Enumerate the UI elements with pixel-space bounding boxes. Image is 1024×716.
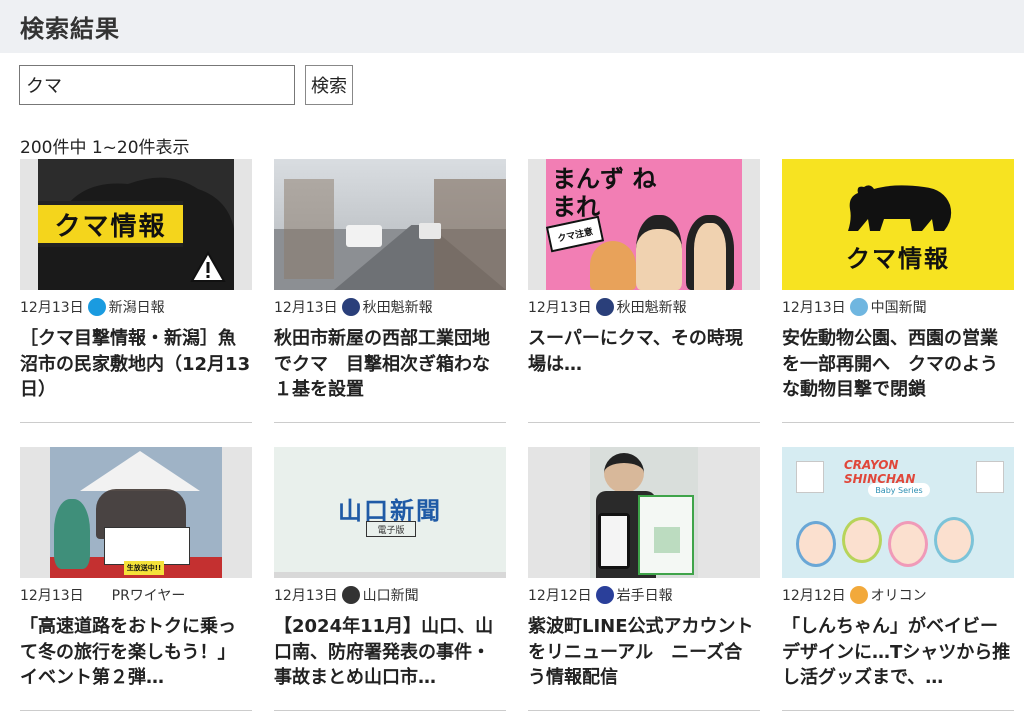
mascot-illustration-icon [54, 499, 90, 569]
article-meta: 12月13日 PRワイヤー [20, 578, 252, 612]
dog-illustration-icon [590, 241, 636, 290]
article-meta: 12月12日 岩手日報 [528, 578, 760, 612]
article-date: 12月13日 [528, 300, 592, 316]
article-thumbnail[interactable]: 生放送中!! [20, 447, 252, 578]
baby-illustration-icon [842, 517, 882, 563]
thumbnail-sign: 生放送中!! [126, 564, 162, 572]
man-illustration-icon [636, 215, 682, 290]
thumbnail-caption: クマ情報 [846, 245, 950, 273]
thumbnail-subcaption: 電子版 [377, 525, 405, 536]
person-illustration-icon [604, 453, 644, 493]
article-thumbnail[interactable]: クマ情報 [20, 159, 252, 290]
article-card[interactable]: 12月12日 岩手日報 紫波町LINE公式アカウントをリニューアル ニーズ合う情… [528, 447, 760, 711]
article-source: オリコン [870, 588, 927, 604]
article-date: 12月13日 [20, 588, 84, 604]
article-date: 12月12日 [528, 588, 592, 604]
article-title[interactable]: 「高速道路をおトクに乗って冬の旅行を楽しもう！」 イベント第２弾… [20, 612, 252, 691]
article-title[interactable]: 【2024年11月】山口、山口南、防府署発表の事件・事故まとめ山口市… [274, 612, 506, 691]
article-card[interactable]: 山口新聞 電子版 12月13日 山口新聞 【2024年11月】山口、山口南、防府… [274, 447, 506, 711]
source-logo-icon [849, 298, 868, 316]
thumbnail-caption: クマ情報 [54, 211, 167, 242]
source-logo-icon [595, 298, 614, 316]
article-source: 秋田魁新報 [362, 300, 433, 316]
results-grid: クマ情報 12月13日 新潟日報 ［クマ目撃情報・新潟］魚沼市の民家敷地内（12… [20, 159, 1015, 711]
article-source: PRワイヤー [111, 588, 186, 604]
warning-icon [190, 251, 226, 282]
thumbnail-sign: クマ注意 [556, 226, 594, 245]
search-form: 検索 [19, 65, 353, 105]
article-source: 山口新聞 [362, 588, 419, 604]
article-source: 秋田魁新報 [616, 300, 687, 316]
article-title[interactable]: 「しんちゃん」がベイビーデザインに…Tシャツから推し活グッズまで、… [782, 612, 1014, 691]
article-meta: 12月13日 中国新聞 [782, 290, 1014, 324]
search-input[interactable] [19, 65, 295, 105]
woman-illustration-icon [686, 215, 734, 290]
article-thumbnail[interactable]: 山口新聞 電子版 [274, 447, 506, 578]
baby-illustration-icon [934, 517, 974, 563]
article-source: 岩手日報 [616, 588, 673, 604]
article-meta: 12月13日 秋田魁新報 [274, 290, 506, 324]
baby-illustration-icon [796, 521, 836, 567]
article-card[interactable]: 12月13日 秋田魁新報 秋田市新屋の西部工業団地でクマ 目撃相次ぎ箱わな１基を… [274, 159, 506, 423]
article-date: 12月13日 [274, 588, 338, 604]
source-logo-icon [341, 586, 360, 604]
article-card[interactable]: クマ情報 12月13日 新潟日報 ［クマ目撃情報・新潟］魚沼市の民家敷地内（12… [20, 159, 252, 423]
thumbnail-caption: まんず ねまれ [552, 165, 657, 221]
article-source: 中国新聞 [870, 300, 927, 316]
article-card[interactable]: まんず ねまれ クマ注意 12月13日 秋田魁新報 スーパーにクマ、その時現場は… [528, 159, 760, 423]
thumbnail-caption: CRAYON SHINCHAN [844, 458, 916, 486]
article-title[interactable]: スーパーにクマ、その時現場は… [528, 324, 760, 377]
article-date: 12月13日 [274, 300, 338, 316]
article-source: 新潟日報 [108, 300, 165, 316]
article-meta: 12月13日 山口新聞 [274, 578, 506, 612]
source-logo-icon [595, 586, 614, 604]
article-card[interactable]: 生放送中!! 12月13日 PRワイヤー 「高速道路をおトクに乗って冬の旅行を楽… [20, 447, 252, 711]
article-card[interactable]: CRAYON SHINCHAN Baby Series 12月12日 オリコン … [782, 447, 1014, 711]
source-logo-icon [341, 298, 360, 316]
article-title[interactable]: 安佐動物公園、西園の営業を一部再開へ クマのような動物目撃で閉鎖 [782, 324, 1014, 403]
article-thumbnail[interactable]: まんず ねまれ クマ注意 [528, 159, 760, 290]
search-button[interactable]: 検索 [305, 65, 353, 105]
article-meta: 12月12日 オリコン [782, 578, 1014, 612]
article-title[interactable]: 秋田市新屋の西部工業団地でクマ 目撃相次ぎ箱わな１基を設置 [274, 324, 506, 403]
result-count: 200件中 1~20件表示 [20, 138, 190, 158]
article-date: 12月13日 [20, 300, 84, 316]
article-thumbnail[interactable] [274, 159, 506, 290]
article-date: 12月13日 [782, 300, 846, 316]
baby-illustration-icon [888, 521, 928, 567]
article-title[interactable]: 紫波町LINE公式アカウントをリニューアル ニーズ合う情報配信 [528, 612, 760, 691]
thumbnail-subcaption: Baby Series [875, 485, 923, 495]
article-meta: 12月13日 新潟日報 [20, 290, 252, 324]
article-title[interactable]: ［クマ目撃情報・新潟］魚沼市の民家敷地内（12月13日） [20, 324, 252, 403]
source-logo-icon [87, 298, 106, 316]
article-thumbnail[interactable]: CRAYON SHINCHAN Baby Series [782, 447, 1014, 578]
phone-icon [598, 513, 630, 569]
source-logo-icon [849, 586, 868, 604]
article-card[interactable]: クマ情報 12月13日 中国新聞 安佐動物公園、西園の営業を一部再開へ クマのよ… [782, 159, 1014, 423]
page-header: 検索結果 [0, 0, 1024, 53]
article-thumbnail[interactable]: クマ情報 [782, 159, 1014, 290]
page-title: 検索結果 [20, 15, 120, 43]
article-date: 12月12日 [782, 588, 846, 604]
article-meta: 12月13日 秋田魁新報 [528, 290, 760, 324]
bear-silhouette-icon [848, 185, 952, 231]
article-thumbnail[interactable] [528, 447, 760, 578]
